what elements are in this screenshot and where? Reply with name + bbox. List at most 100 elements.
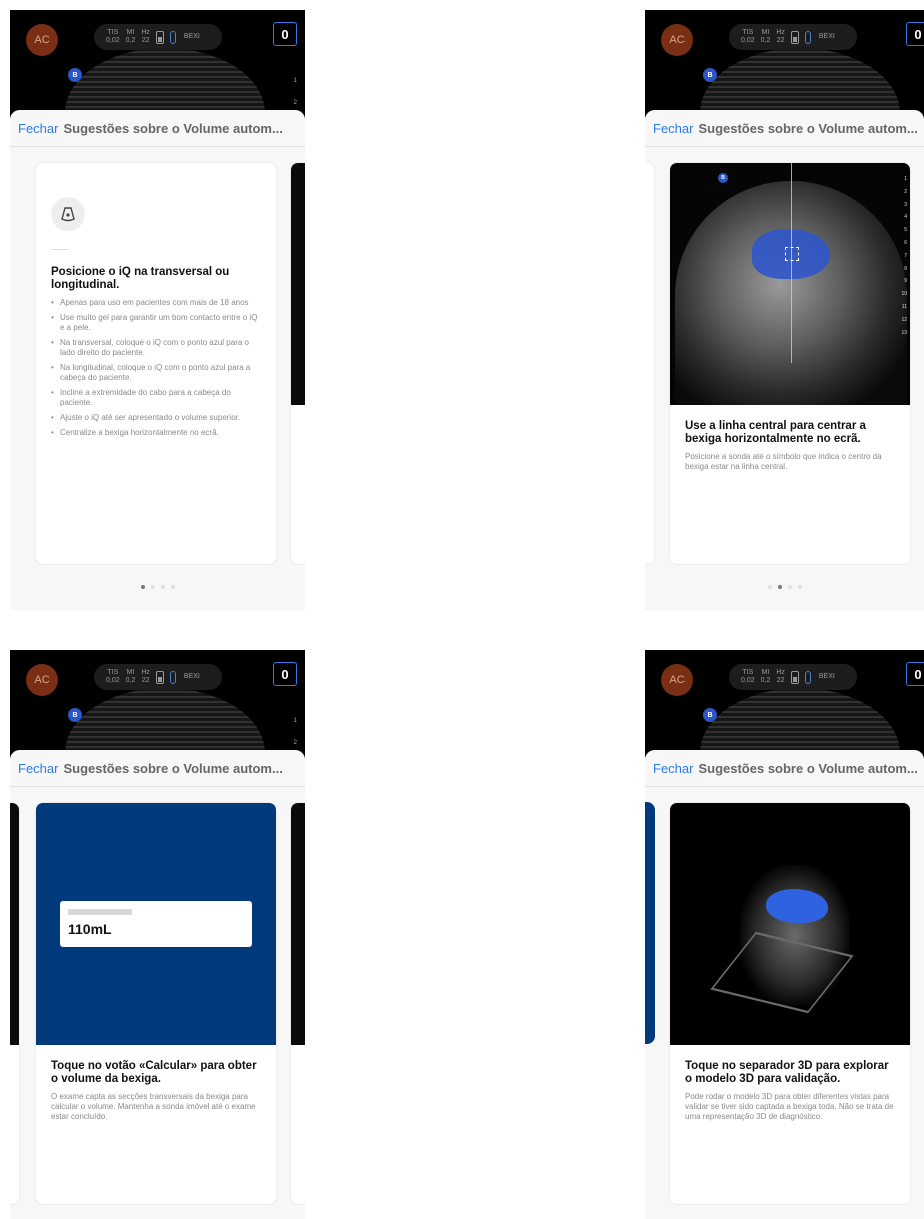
hz-label: Hz	[141, 29, 150, 36]
tip-card-next-peek[interactable]	[290, 802, 305, 1205]
ultrasound-view: AC TIS 0,02 MI 0,2 Hz 22 BEXI 0 B 12	[10, 10, 305, 122]
user-avatar[interactable]: AC	[661, 24, 693, 56]
page-dot[interactable]	[797, 585, 802, 589]
depth-ruler: 1 2 3 4 5 6 7 8 9 10 11 12 13	[901, 173, 907, 339]
volume-value: 110mL	[68, 921, 112, 937]
orientation-marker: B	[68, 68, 82, 82]
page-dot-active[interactable]	[140, 585, 145, 589]
page-indicator[interactable]	[645, 585, 924, 589]
divider	[51, 249, 69, 250]
close-button[interactable]: Fechar	[653, 121, 693, 136]
sheet-title: Sugestões sobre o Volume autom...	[698, 120, 918, 136]
freeze-counter-button[interactable]: 0	[273, 662, 297, 686]
user-avatar[interactable]: AC	[26, 24, 58, 56]
tip-card-prev-peek[interactable]	[645, 802, 655, 1044]
tip-card-2[interactable]: B 1 2 3 4 5 6 7 8 9 10 11 12 13 Use a linha central …	[669, 162, 911, 565]
tip-bullet: Apenas para uso em pacientes com mais de…	[51, 298, 261, 308]
page-dot[interactable]	[150, 585, 155, 589]
freeze-counter-button[interactable]: 0	[906, 662, 924, 686]
tis-label: TIS	[742, 29, 754, 36]
volume-result-box: 110mL	[60, 901, 252, 947]
mi-value: 0,2	[760, 677, 771, 684]
tip-card-prev-peek[interactable]	[10, 802, 20, 1205]
depth-tick: 13	[901, 329, 907, 336]
mi-value: 0,2	[125, 677, 136, 684]
hz-value: 22	[776, 677, 785, 684]
ultrasound-view: AC TIS 0,02 MI 0,2 Hz 22 BEXI 0 B 12	[10, 650, 305, 762]
preset-label: BEXI	[183, 673, 200, 680]
orientation-marker: B	[703, 68, 717, 82]
user-avatar[interactable]: AC	[26, 664, 58, 696]
page-indicator[interactable]	[10, 585, 305, 589]
tip-heading: Toque no votão «Calcular» para obter o v…	[51, 1060, 257, 1085]
tip-body: O exame capta as secções transversais da…	[51, 1092, 256, 1121]
tip-card-3[interactable]: 110mL Toque no votão «Calcular» para obt…	[35, 802, 277, 1205]
tis-label: TIS	[107, 29, 119, 36]
close-button[interactable]: Fechar	[653, 761, 693, 776]
preset-label: BEXI	[818, 33, 835, 40]
page-dot[interactable]	[170, 585, 175, 589]
sheet-header: Fechar Sugestões sobre o Volume autom...	[645, 750, 924, 787]
page-dot-active[interactable]	[777, 585, 782, 589]
freeze-counter-button[interactable]: 0	[273, 22, 297, 46]
volume-result-image: 110mL	[36, 803, 276, 1045]
battery-icon	[790, 670, 799, 684]
user-avatar[interactable]: AC	[661, 664, 693, 696]
preset-label: BEXI	[818, 673, 835, 680]
screen-step-2: AC TIS 0,02 MI 0,2 Hz 22 BEXI 0 B Fechar Su…	[645, 10, 924, 610]
tip-heading: Use a linha central para centrar a bexig…	[685, 420, 866, 445]
depth-tick: 1	[904, 176, 907, 182]
hz-label: Hz	[776, 669, 785, 676]
tip-card-next-peek[interactable]	[290, 162, 305, 565]
depth-tick: 1	[293, 718, 297, 724]
depth-tick: 3	[904, 201, 907, 208]
orientation-marker: B	[718, 173, 728, 183]
battery-icon	[790, 30, 799, 44]
bladder-centering-image: B 1 2 3 4 5 6 7 8 9 10 11 12 13	[670, 163, 910, 405]
3d-model-image	[670, 803, 910, 1045]
mi-label: MI	[761, 29, 770, 36]
bladder-3d-model	[766, 889, 828, 923]
tip-bullet: Centralize a bexiga horizontalmente no e…	[51, 428, 261, 438]
scan-stats-pill: TIS 0,02 MI 0,2 Hz 22 BEXI	[94, 24, 222, 50]
depth-tick: 5	[904, 227, 907, 234]
close-button[interactable]: Fechar	[18, 761, 58, 776]
tip-card-4[interactable]: Toque no separador 3D para explorar o mo…	[669, 802, 911, 1205]
tip-bullet: Na longitudinal, coloque o iQ com o pont…	[51, 363, 261, 383]
mi-value: 0,2	[760, 37, 771, 44]
orientation-marker: B	[68, 708, 82, 722]
depth-tick: 1	[293, 78, 297, 84]
mi-value: 0,2	[125, 37, 136, 44]
temperature-icon	[804, 670, 811, 684]
depth-tick: 9	[904, 278, 907, 285]
tips-sheet: Fechar Sugestões sobre o Volume autom...…	[645, 110, 924, 610]
hz-label: Hz	[776, 29, 785, 36]
hz-label: Hz	[141, 669, 150, 676]
bladder-center-target-icon	[785, 247, 799, 261]
tip-bullet: Use muito gel para garantir um bom conta…	[51, 313, 261, 333]
center-line	[791, 163, 792, 363]
depth-tick: 12	[901, 316, 907, 323]
depth-ruler: 12	[294, 710, 297, 754]
hz-value: 22	[776, 37, 785, 44]
hz-value: 22	[141, 37, 150, 44]
tip-bullet: Na transversal, coloque o iQ com o ponto…	[51, 338, 261, 358]
freeze-counter-button[interactable]: 0	[906, 22, 924, 46]
preset-label: BEXI	[183, 33, 200, 40]
sheet-header: Fechar Sugestões sobre o Volume autom...	[10, 750, 305, 787]
tis-value: 0,02	[741, 37, 755, 44]
close-button[interactable]: Fechar	[18, 121, 58, 136]
tis-value: 0,02	[741, 677, 755, 684]
scan-stats-pill: TIS 0,02 MI 0,2 Hz 22 BEXI	[729, 664, 857, 690]
mi-label: MI	[126, 669, 135, 676]
tip-card-prev-peek[interactable]	[645, 162, 655, 565]
volume-label-placeholder	[68, 909, 132, 915]
tip-card-1[interactable]: Posicione o iQ na transversal ou longitu…	[35, 162, 277, 565]
tis-label: TIS	[107, 669, 119, 676]
tips-sheet: Fechar Sugestões sobre o Volume autom...…	[10, 750, 305, 1219]
mi-label: MI	[761, 669, 770, 676]
orientation-marker: B	[703, 708, 717, 722]
page-dot[interactable]	[787, 585, 792, 589]
page-dot[interactable]	[160, 585, 165, 589]
page-dot[interactable]	[767, 585, 772, 589]
